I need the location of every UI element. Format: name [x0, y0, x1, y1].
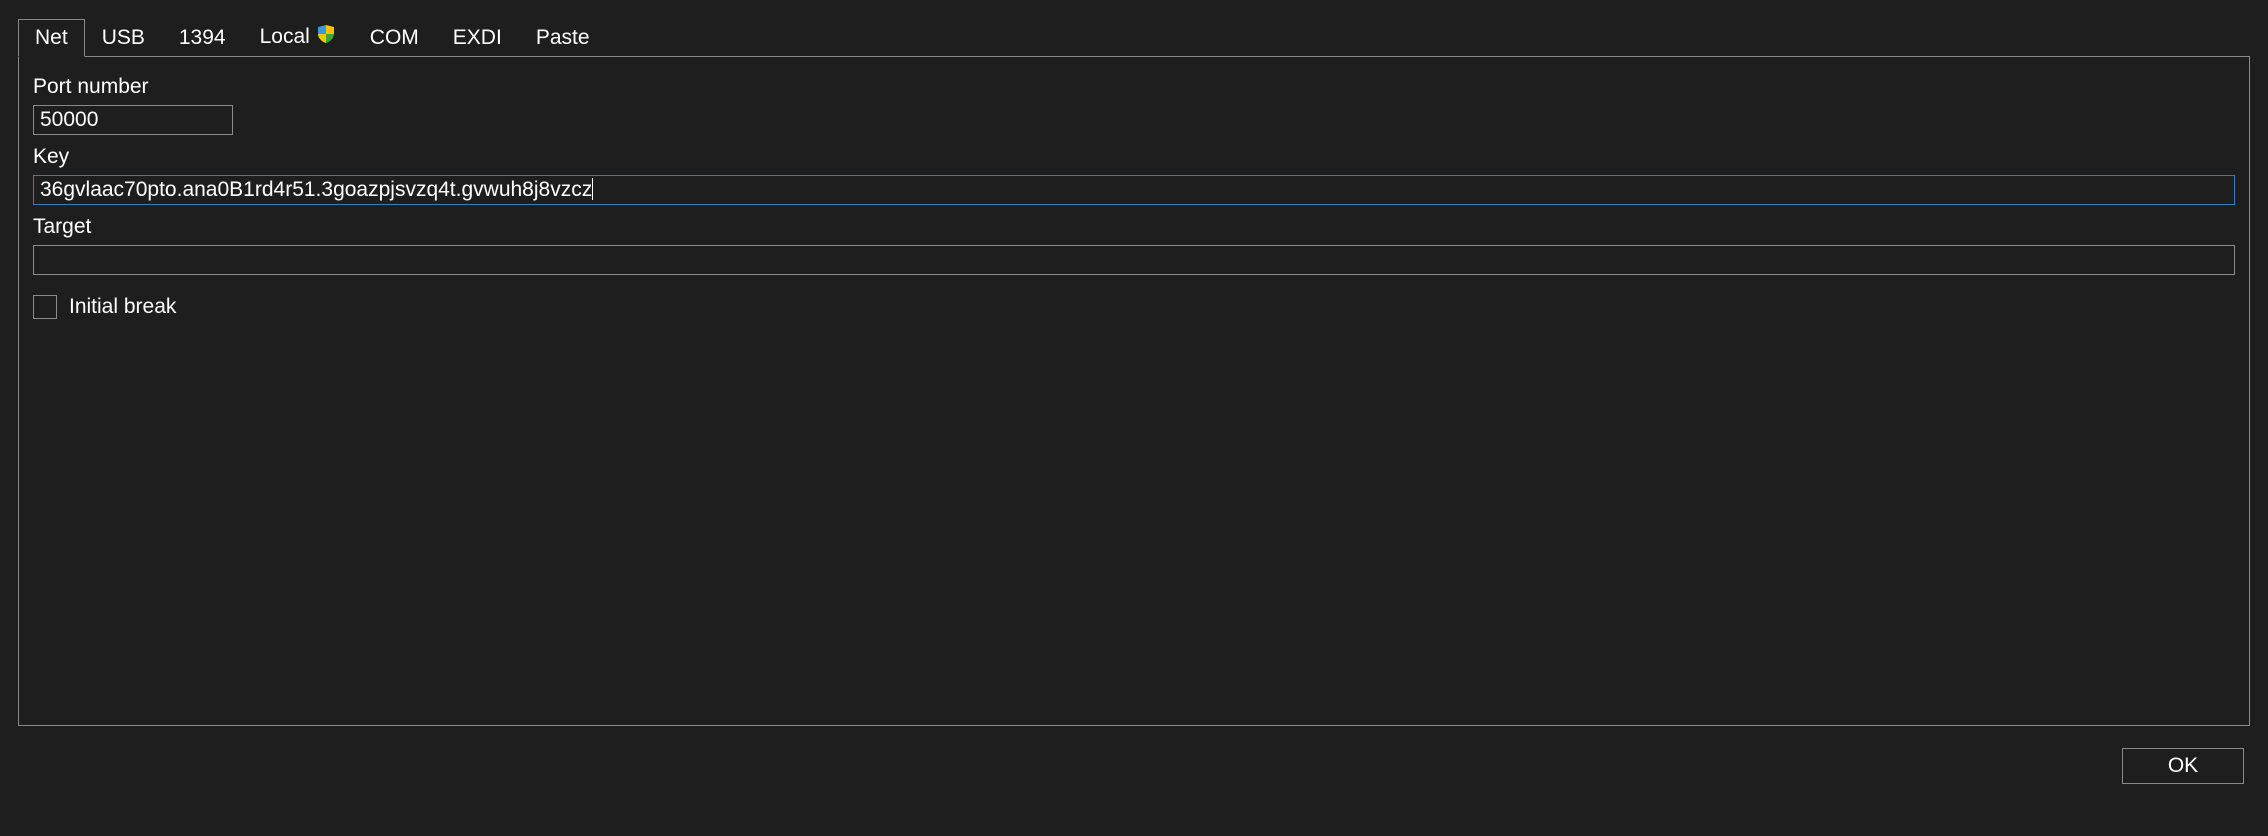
tab-exdi[interactable]: EXDI: [436, 19, 519, 57]
tab-label: Paste: [536, 26, 590, 50]
target-input[interactable]: [33, 245, 2235, 275]
initial-break-row[interactable]: Initial break: [33, 295, 2235, 319]
tab-label: 1394: [179, 26, 226, 50]
tab-paste[interactable]: Paste: [519, 19, 607, 57]
tab-panel-net: Port number Key 36gvlaac70pto.ana0B1rd4r…: [18, 56, 2250, 726]
ok-button-label: OK: [2168, 754, 2198, 777]
initial-break-label: Initial break: [69, 295, 176, 319]
ok-button[interactable]: OK: [2122, 748, 2244, 784]
port-number-label: Port number: [33, 75, 2235, 99]
key-input-value: 36gvlaac70pto.ana0B1rd4r51.3goazpjsvzq4t…: [40, 178, 592, 202]
port-number-input[interactable]: [33, 105, 233, 135]
dialog-footer: OK: [0, 726, 2268, 784]
tab-1394[interactable]: 1394: [162, 19, 243, 57]
key-input[interactable]: 36gvlaac70pto.ana0B1rd4r51.3goazpjsvzq4t…: [33, 175, 2235, 205]
text-caret-icon: [592, 178, 593, 200]
tab-strip: Net USB 1394 Local COM EXDI Paste: [0, 0, 2268, 56]
uac-shield-icon: [316, 24, 336, 50]
tab-usb[interactable]: USB: [85, 19, 162, 57]
target-label: Target: [33, 215, 2235, 239]
tab-label: USB: [102, 26, 145, 50]
initial-break-checkbox[interactable]: [33, 295, 57, 319]
tab-label: COM: [370, 26, 419, 50]
tab-label: Local: [260, 25, 310, 49]
tab-com[interactable]: COM: [353, 19, 436, 57]
tab-local[interactable]: Local: [243, 17, 353, 57]
tab-net[interactable]: Net: [18, 19, 85, 57]
key-label: Key: [33, 145, 2235, 169]
tab-label: Net: [35, 26, 68, 50]
tab-label: EXDI: [453, 26, 502, 50]
